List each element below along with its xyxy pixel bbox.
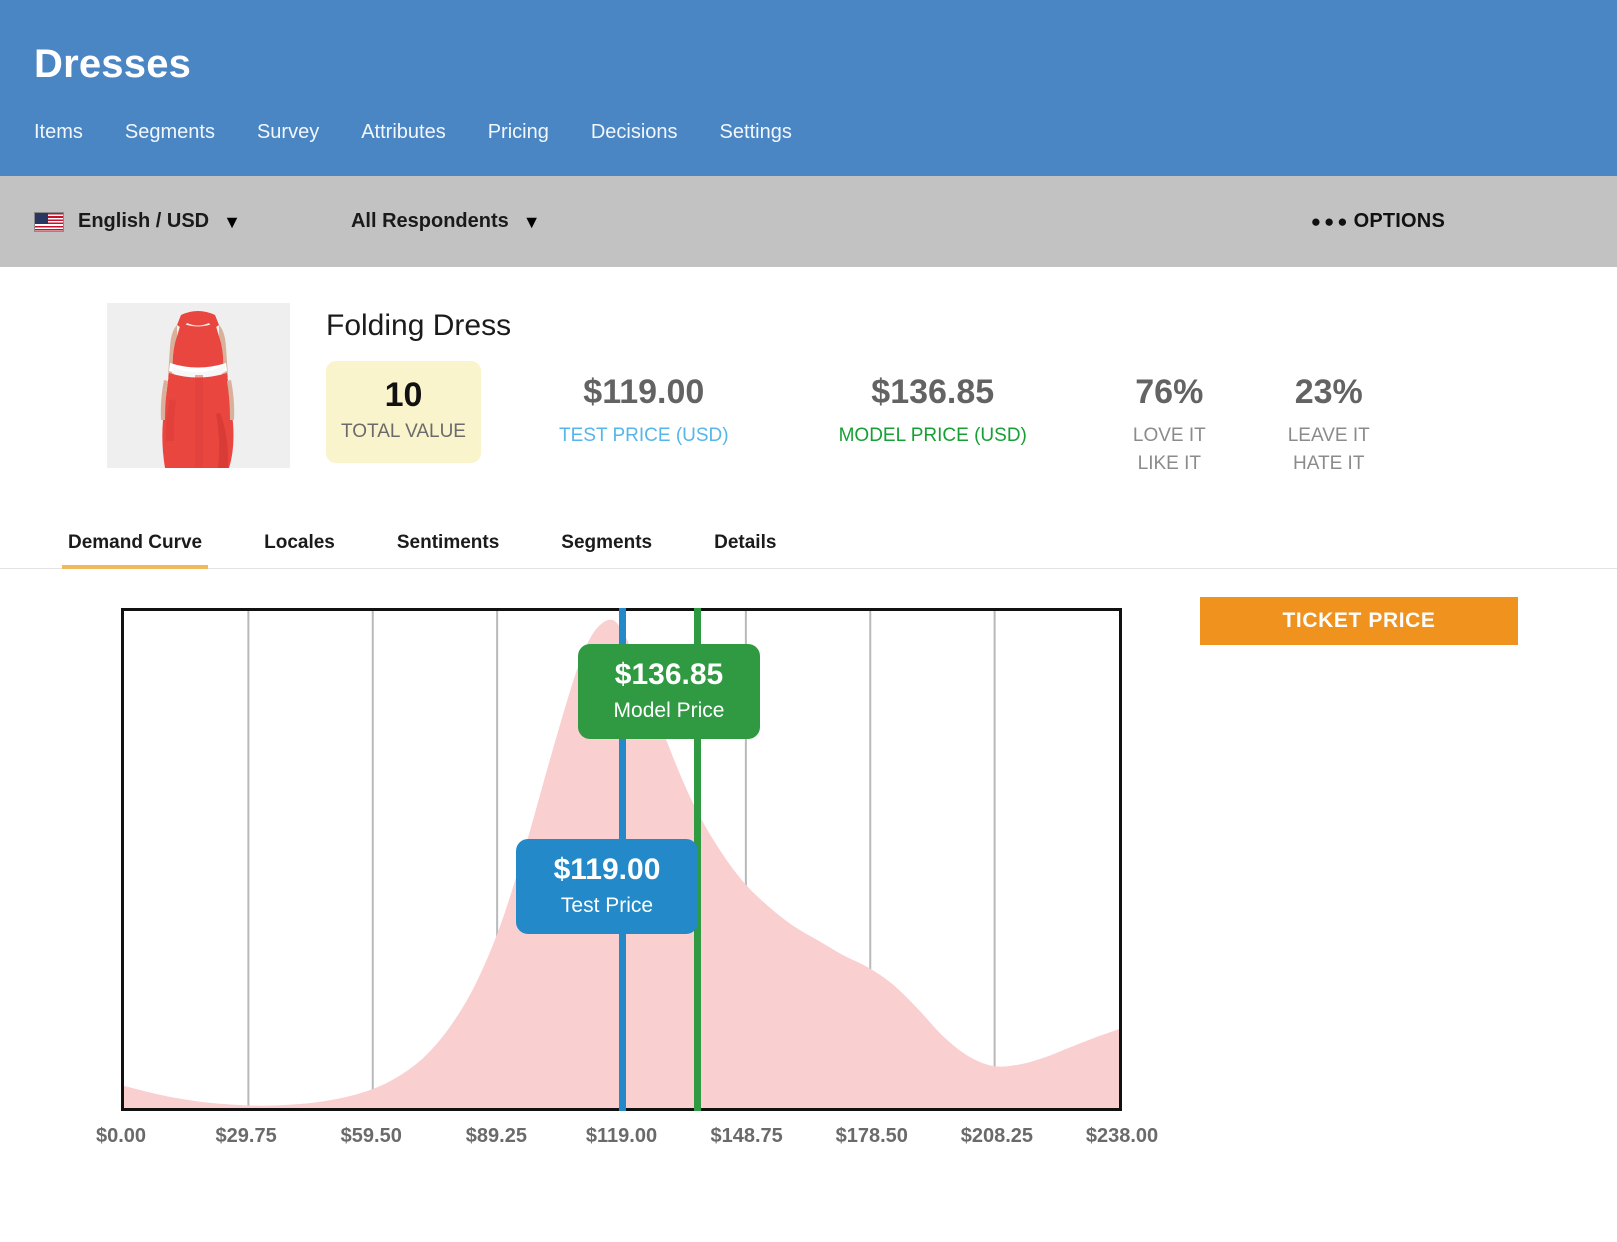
leave-it-caption: LEAVE IT HATE IT xyxy=(1288,422,1370,477)
page-title: Dresses xyxy=(34,42,192,86)
product-thumbnail[interactable] xyxy=(107,303,290,468)
us-flag-icon xyxy=(34,211,64,232)
x-axis-tick-label: $59.50 xyxy=(340,1125,402,1147)
chevron-down-icon: ▼ xyxy=(223,211,241,232)
more-dots-icon: ●●● xyxy=(1310,212,1351,231)
respondents-label: All Respondents xyxy=(350,210,509,232)
love-it-value: 76% xyxy=(1135,373,1204,411)
nav-item-pricing[interactable]: Pricing xyxy=(488,122,549,142)
app-header: Dresses Items Segments Survey Attributes… xyxy=(0,0,1617,176)
locale-label: English / USD xyxy=(78,210,210,232)
x-axis-ticks: $0.00 $29.75 $59.50 $89.25 $119.00 $148.75 $17… xyxy=(96,1125,1158,1155)
respondents-selector[interactable]: All Respondents ▼ xyxy=(351,210,541,233)
love-it-caption-line1: LOVE IT xyxy=(1132,425,1206,446)
content-tabs: Demand Curve Locales Sentiments Segments… xyxy=(0,513,1617,569)
main-nav: Items Segments Survey Attributes Pricing… xyxy=(34,122,1583,142)
test-price-caption: TEST PRICE (USD) xyxy=(559,425,729,446)
demand-curve-panel: $136.85 Model Price $119.00 Test Price $… xyxy=(0,569,1617,1189)
product-summary: Folding Dress 10 TOTAL VALUE $119.00 TES… xyxy=(0,267,1617,481)
tab-details[interactable]: Details xyxy=(714,532,776,568)
ticket-price-button[interactable]: TICKET PRICE xyxy=(1200,597,1518,645)
test-price-value: $119.00 xyxy=(583,373,705,411)
metric-leave-it: 23% LEAVE IT HATE IT xyxy=(1288,361,1370,477)
options-label: OPTIONS xyxy=(1353,210,1445,232)
x-axis-tick-label: $0.00 xyxy=(95,1125,147,1147)
metric-list: 10 TOTAL VALUE $119.00 TEST PRICE (USD) … xyxy=(326,361,1617,477)
nav-item-attributes[interactable]: Attributes xyxy=(361,122,445,142)
nav-item-decisions[interactable]: Decisions xyxy=(591,122,678,142)
nav-item-items[interactable]: Items xyxy=(34,122,83,142)
filter-toolbar: English / USD ▼ All Respondents ▼ ●●● OP… xyxy=(0,176,1617,267)
tab-sentiments[interactable]: Sentiments xyxy=(397,532,499,568)
leave-it-caption-line2: HATE IT xyxy=(1293,452,1365,474)
locale-selector[interactable]: English / USD ▼ xyxy=(34,210,241,233)
metric-test-price: $119.00 TEST PRICE (USD) xyxy=(559,361,729,450)
metric-model-price: $136.85 MODEL PRICE (USD) xyxy=(839,361,1027,450)
nav-item-survey[interactable]: Survey xyxy=(257,122,319,142)
options-button[interactable]: ●●● OPTIONS xyxy=(1311,210,1445,233)
x-axis-tick-label: $148.75 xyxy=(710,1125,783,1147)
test-price-callout: $119.00 Test Price xyxy=(516,839,698,934)
nav-item-segments[interactable]: Segments xyxy=(125,122,215,142)
total-value-badge: 10 TOTAL VALUE xyxy=(326,361,481,463)
tab-segments[interactable]: Segments xyxy=(561,532,652,568)
leave-it-caption-line1: LEAVE IT xyxy=(1287,425,1370,446)
test-price-callout-label: Test Price xyxy=(560,894,654,917)
leave-it-value: 23% xyxy=(1294,373,1363,411)
metric-love-it: 76% LOVE IT LIKE IT xyxy=(1133,361,1206,477)
dress-photo xyxy=(107,303,290,468)
tab-demand-curve[interactable]: Demand Curve xyxy=(61,532,209,569)
test-price-callout-value: $119.00 xyxy=(553,853,661,886)
nav-item-settings[interactable]: Settings xyxy=(720,122,792,142)
x-axis-tick-label: $238.00 xyxy=(1085,1125,1159,1147)
love-it-caption-line2: LIKE IT xyxy=(1137,452,1201,474)
x-axis-tick-label: $119.00 xyxy=(585,1125,658,1147)
x-axis-tick-label: $208.25 xyxy=(960,1125,1034,1147)
x-axis-tick-label: $178.50 xyxy=(835,1125,908,1147)
model-price-caption: MODEL PRICE (USD) xyxy=(838,425,1027,446)
love-it-caption: LOVE IT LIKE IT xyxy=(1133,422,1206,477)
model-price-callout: $136.85 Model Price xyxy=(578,644,760,739)
product-name: Folding Dress xyxy=(326,309,512,342)
total-value-number: 10 xyxy=(384,376,423,414)
model-price-value: $136.85 xyxy=(871,373,995,411)
model-price-callout-label: Model Price xyxy=(613,699,725,722)
total-value-caption: TOTAL VALUE xyxy=(341,421,466,442)
x-axis-tick-label: $29.75 xyxy=(215,1125,277,1147)
tab-locales[interactable]: Locales xyxy=(264,532,335,568)
x-axis-tick-label: $89.25 xyxy=(465,1125,527,1147)
chevron-down-icon: ▼ xyxy=(522,211,541,232)
model-price-callout-value: $136.85 xyxy=(614,658,724,691)
